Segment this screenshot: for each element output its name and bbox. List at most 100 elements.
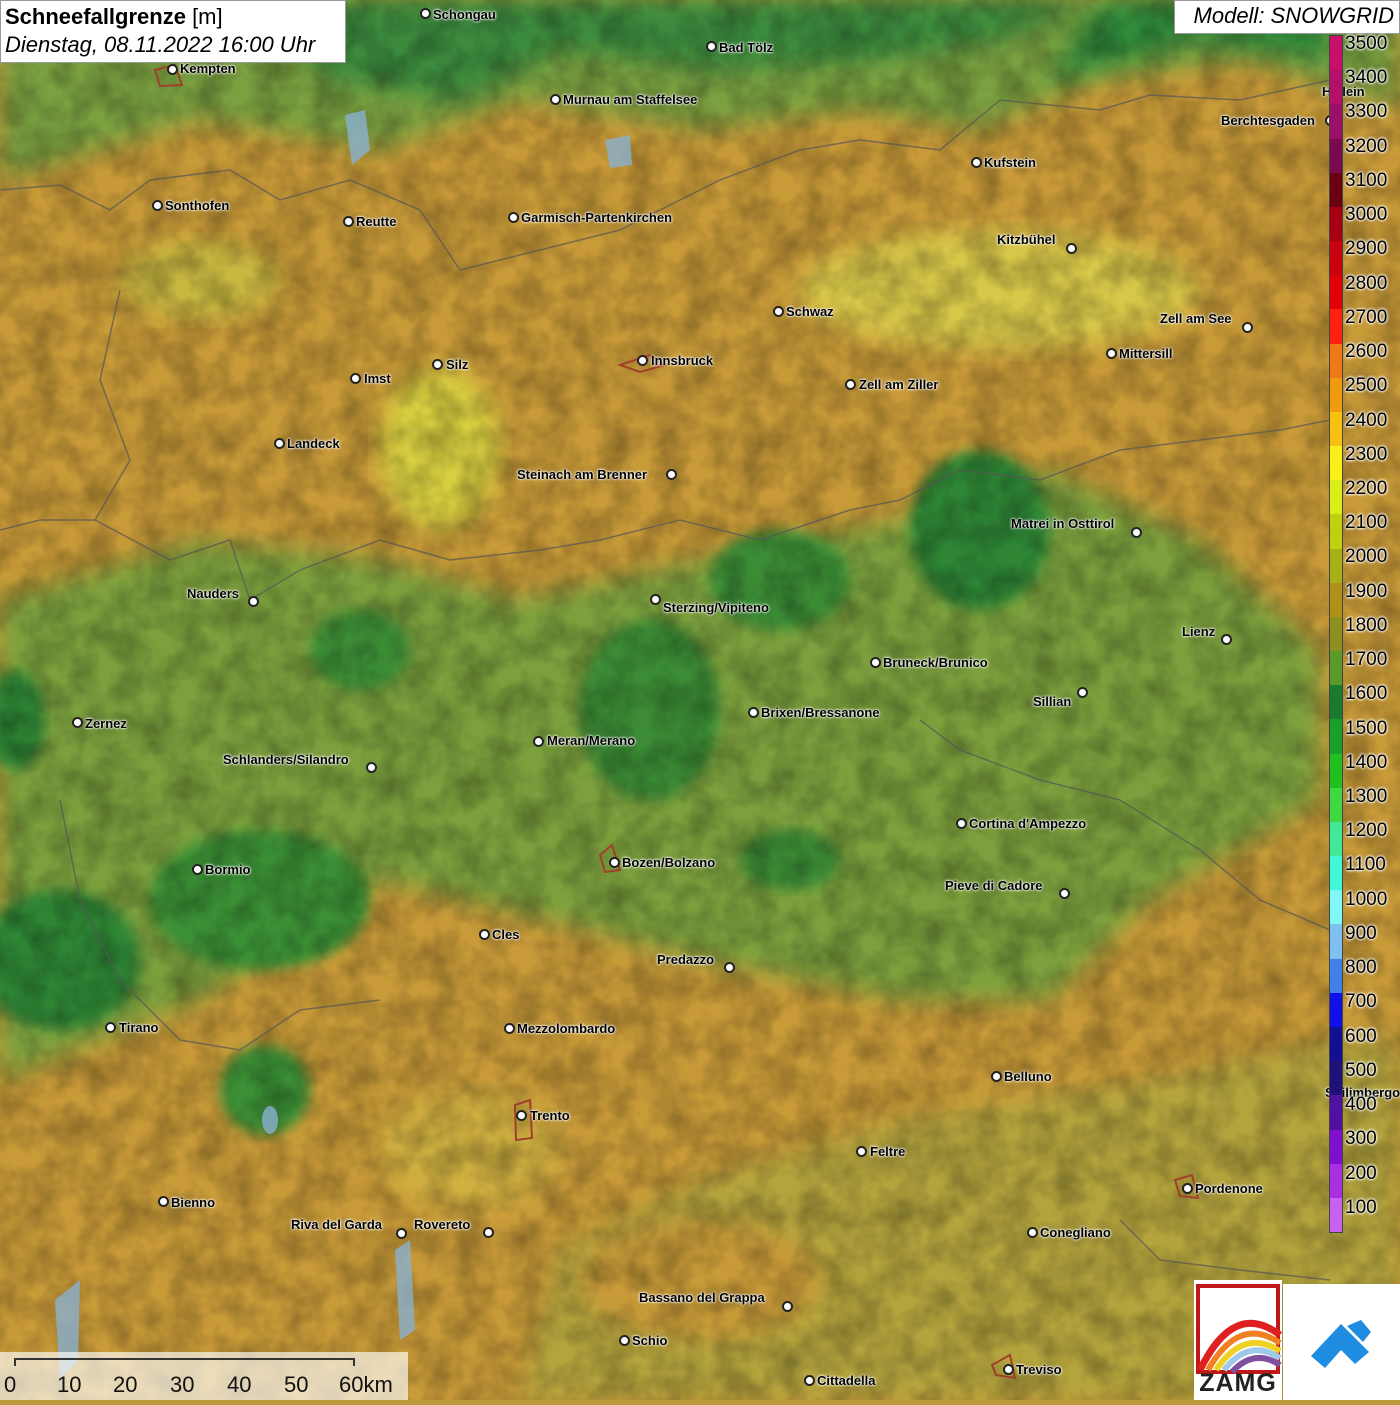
city-marker-belluno bbox=[991, 1071, 1002, 1082]
city-label-garmisch-partenkirchen: Garmisch-Partenkirchen bbox=[521, 210, 673, 225]
legend-label-3300: 3300 bbox=[1345, 101, 1388, 123]
city-label-rovereto: Rovereto bbox=[414, 1217, 471, 1232]
scale-tick-30: 30 bbox=[170, 1372, 195, 1397]
legend-label-1600: 1600 bbox=[1345, 683, 1388, 705]
city-label-kufstein: Kufstein bbox=[984, 155, 1036, 170]
legend-swatch-400 bbox=[1330, 1095, 1342, 1130]
city-marker-nauders bbox=[248, 596, 259, 607]
city-label-zell-am-ziller: Zell am Ziller bbox=[859, 377, 939, 392]
legend-swatch-2100 bbox=[1330, 514, 1342, 549]
legend-label-2100: 2100 bbox=[1345, 512, 1388, 534]
city-marker-bad-t-lz bbox=[706, 41, 717, 52]
legend-swatch-3300 bbox=[1330, 104, 1342, 139]
city-label-berchtesgaden: Berchtesgaden bbox=[1221, 113, 1315, 128]
legend-label-2200: 2200 bbox=[1345, 477, 1388, 499]
legend-swatch-600 bbox=[1330, 1026, 1342, 1062]
legend-swatch-1300 bbox=[1330, 787, 1342, 822]
city-marker-trento bbox=[516, 1110, 527, 1121]
city-marker-steinach-am-brenner bbox=[666, 469, 677, 480]
city-label-kempten: Kempten bbox=[180, 61, 236, 76]
legend-swatch-3200 bbox=[1330, 138, 1342, 173]
legend-swatch-3400 bbox=[1330, 70, 1342, 105]
legend-swatch-3100 bbox=[1330, 172, 1342, 207]
city-marker-kufstein bbox=[971, 157, 982, 168]
legend-label-200: 200 bbox=[1345, 1162, 1377, 1184]
legend-label-2300: 2300 bbox=[1345, 443, 1388, 465]
scale-tick-20: 20 bbox=[113, 1372, 138, 1397]
city-label-belluno: Belluno bbox=[1004, 1069, 1052, 1084]
legend-swatch-2000 bbox=[1330, 548, 1342, 583]
city-marker-innsbruck bbox=[637, 355, 648, 366]
legend-label-2900: 2900 bbox=[1345, 238, 1388, 260]
legend-label-3400: 3400 bbox=[1345, 67, 1388, 89]
city-label-bad-t-lz: Bad Tölz bbox=[719, 40, 774, 55]
legend-label-1900: 1900 bbox=[1345, 580, 1388, 602]
city-label-mezzolombardo: Mezzolombardo bbox=[517, 1021, 616, 1036]
legend-swatch-1600 bbox=[1330, 685, 1342, 720]
legend-label-3100: 3100 bbox=[1345, 169, 1388, 191]
city-marker-bozen-bolzano bbox=[609, 857, 620, 868]
legend-label-1100: 1100 bbox=[1345, 854, 1386, 876]
city-marker-bruneck-brunico bbox=[870, 657, 881, 668]
city-label-mittersill: Mittersill bbox=[1119, 346, 1173, 361]
city-label-trento: Trento bbox=[530, 1108, 570, 1123]
city-marker-matrei-in-osttirol bbox=[1131, 527, 1142, 538]
city-marker-kempten bbox=[167, 64, 178, 75]
city-marker-bormio bbox=[192, 864, 203, 875]
city-marker-cles bbox=[479, 929, 490, 940]
city-label-bruneck-brunico: Bruneck/Brunico bbox=[883, 655, 988, 670]
city-marker-feltre bbox=[856, 1146, 867, 1157]
city-label-nauders: Nauders bbox=[187, 586, 240, 601]
city-label-conegliano: Conegliano bbox=[1040, 1225, 1111, 1240]
legend-label-2500: 2500 bbox=[1345, 375, 1388, 397]
legend-swatch-300 bbox=[1330, 1129, 1342, 1164]
city-marker-landeck bbox=[274, 438, 285, 449]
city-label-schio: Schio bbox=[632, 1333, 668, 1348]
city-marker-sillian bbox=[1077, 687, 1088, 698]
map-title-unit: [m] bbox=[185, 4, 223, 29]
city-label-brixen-bressanone: Brixen/Bressanone bbox=[761, 705, 880, 720]
legend-label-100: 100 bbox=[1345, 1196, 1377, 1218]
legend-label-2600: 2600 bbox=[1345, 341, 1388, 363]
legend-label-900: 900 bbox=[1345, 922, 1377, 944]
legend-label-800: 800 bbox=[1345, 957, 1377, 979]
city-marker-predazzo bbox=[724, 962, 735, 973]
legend-swatch-1900 bbox=[1330, 582, 1342, 617]
city-marker-reutte bbox=[343, 216, 354, 227]
legend-swatch-900 bbox=[1330, 924, 1342, 959]
blue-mountain-icon bbox=[1311, 1320, 1371, 1368]
city-label-lienz: Lienz bbox=[1182, 624, 1216, 639]
city-label-cortina-d-ampezzo: Cortina d'Ampezzo bbox=[969, 816, 1087, 831]
city-label-cittadella: Cittadella bbox=[817, 1373, 876, 1388]
legend-label-1000: 1000 bbox=[1345, 888, 1388, 910]
zamg-logo-text: ZAMG bbox=[1199, 1369, 1277, 1397]
legend-swatch-200 bbox=[1330, 1163, 1342, 1198]
legend-swatch-700 bbox=[1330, 992, 1342, 1027]
zamg-logo: ZAMG bbox=[1194, 1280, 1283, 1400]
city-label-silz: Silz bbox=[446, 357, 469, 372]
legend-swatch-2200 bbox=[1330, 480, 1342, 515]
legend-label-2700: 2700 bbox=[1345, 306, 1388, 328]
legend-label-1500: 1500 bbox=[1345, 717, 1388, 739]
legend-label-500: 500 bbox=[1345, 1059, 1377, 1081]
city-label-sonthofen: Sonthofen bbox=[165, 198, 230, 213]
city-marker-lienz bbox=[1221, 634, 1232, 645]
city-marker-imst bbox=[350, 373, 361, 384]
city-label-kitzb-hel: Kitzbühel bbox=[997, 232, 1056, 247]
legend-swatch-2300 bbox=[1330, 446, 1342, 481]
city-label-pieve-di-cadore: Pieve di Cadore bbox=[945, 878, 1043, 893]
city-label-schlanders-silandro: Schlanders/Silandro bbox=[223, 752, 349, 767]
city-label-pordenone: Pordenone bbox=[1195, 1181, 1263, 1196]
legend-swatch-1500 bbox=[1330, 719, 1342, 754]
city-marker-zernez bbox=[72, 717, 83, 728]
legend-color-bar bbox=[1329, 35, 1343, 1233]
city-marker-silz bbox=[432, 359, 443, 370]
city-label-bozen-bolzano: Bozen/Bolzano bbox=[622, 855, 716, 870]
legend-swatch-1700 bbox=[1330, 651, 1342, 686]
map-title: Schneefallgrenze [m] bbox=[5, 3, 341, 31]
legend-label-700: 700 bbox=[1345, 991, 1377, 1013]
legend-label-1800: 1800 bbox=[1345, 614, 1388, 636]
city-label-schwaz: Schwaz bbox=[786, 304, 834, 319]
city-label-meran-merano: Meran/Merano bbox=[547, 733, 636, 748]
city-marker-schongau bbox=[420, 8, 431, 19]
